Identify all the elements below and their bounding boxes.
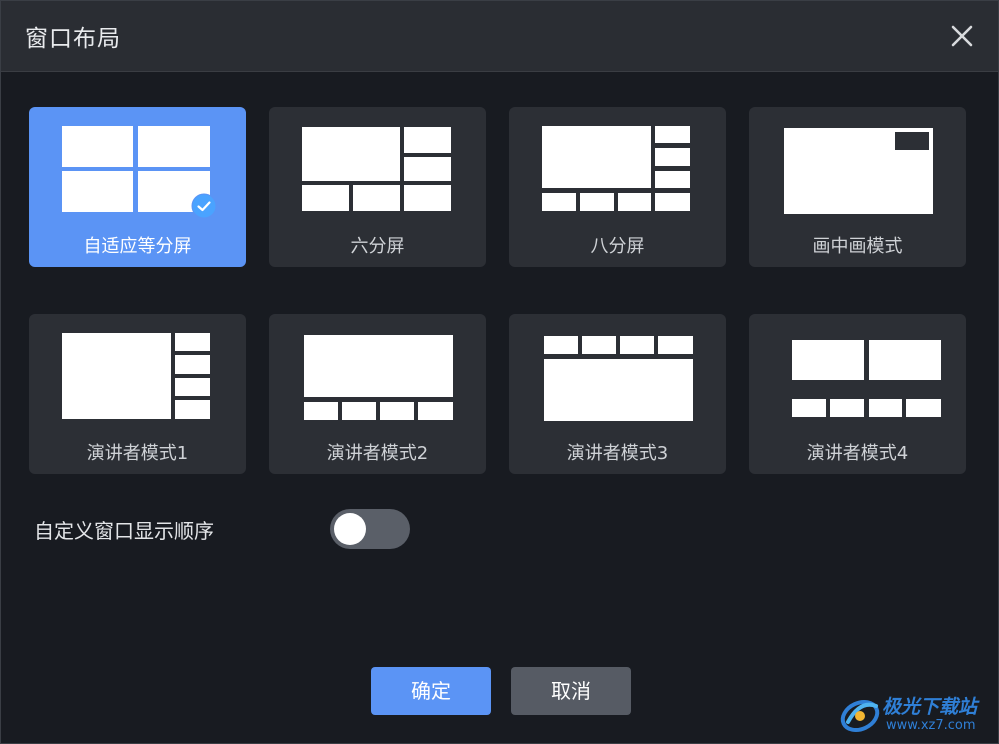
layout-label: 演讲者模式3 xyxy=(566,443,669,464)
layout-card-presenter-4[interactable]: 演讲者模式4 xyxy=(749,314,966,474)
layout-card-presenter-1[interactable]: 演讲者模式1 xyxy=(29,314,246,474)
presenter-2-layout-icon xyxy=(304,335,453,420)
custom-order-label: 自定义窗口显示顺序 xyxy=(34,519,214,543)
layout-label: 六分屏 xyxy=(350,236,405,257)
layout-label: 演讲者模式4 xyxy=(806,443,909,464)
close-button[interactable] xyxy=(943,17,981,55)
eight-split-layout-icon xyxy=(542,126,690,211)
picture-in-picture-layout-icon xyxy=(784,128,933,214)
layout-card-adaptive[interactable]: 自适应等分屏 xyxy=(29,107,246,267)
layout-label: 演讲者模式1 xyxy=(86,443,189,464)
watermark-url: www.xz7.com xyxy=(886,718,976,733)
aurora-logo-icon xyxy=(840,699,880,733)
check-icon xyxy=(191,193,217,219)
cancel-button[interactable]: 取消 xyxy=(511,667,631,715)
layout-label: 画中画模式 xyxy=(812,236,903,257)
presenter-4-layout-icon xyxy=(792,340,941,417)
close-icon xyxy=(951,25,973,47)
presenter-1-layout-icon xyxy=(62,333,210,419)
title-bar: 窗口布局 xyxy=(1,1,998,72)
layout-card-presenter-3[interactable]: 演讲者模式3 xyxy=(509,314,726,474)
layout-card-picture-in-picture[interactable]: 画中画模式 xyxy=(749,107,966,267)
site-watermark: 极光下载站 www.xz7.com xyxy=(838,690,994,740)
layout-label: 演讲者模式2 xyxy=(326,443,429,464)
layout-card-six-split[interactable]: 六分屏 xyxy=(269,107,486,267)
ok-button[interactable]: 确定 xyxy=(371,667,491,715)
watermark-name: 极光下载站 xyxy=(882,696,978,718)
six-split-layout-icon xyxy=(302,127,451,211)
custom-order-toggle[interactable] xyxy=(330,509,410,549)
presenter-3-layout-icon xyxy=(544,336,693,421)
layout-card-presenter-2[interactable]: 演讲者模式2 xyxy=(269,314,486,474)
toggle-knob xyxy=(334,513,366,545)
dialog-title: 窗口布局 xyxy=(25,26,121,52)
window-layout-dialog: 窗口布局 自适应等分屏 六分屏 八分屏 画中画模式 演讲者模式1 演讲者模式2 … xyxy=(0,0,999,744)
layout-label: 八分屏 xyxy=(590,236,645,257)
layout-card-eight-split[interactable]: 八分屏 xyxy=(509,107,726,267)
layout-label: 自适应等分屏 xyxy=(83,236,192,257)
